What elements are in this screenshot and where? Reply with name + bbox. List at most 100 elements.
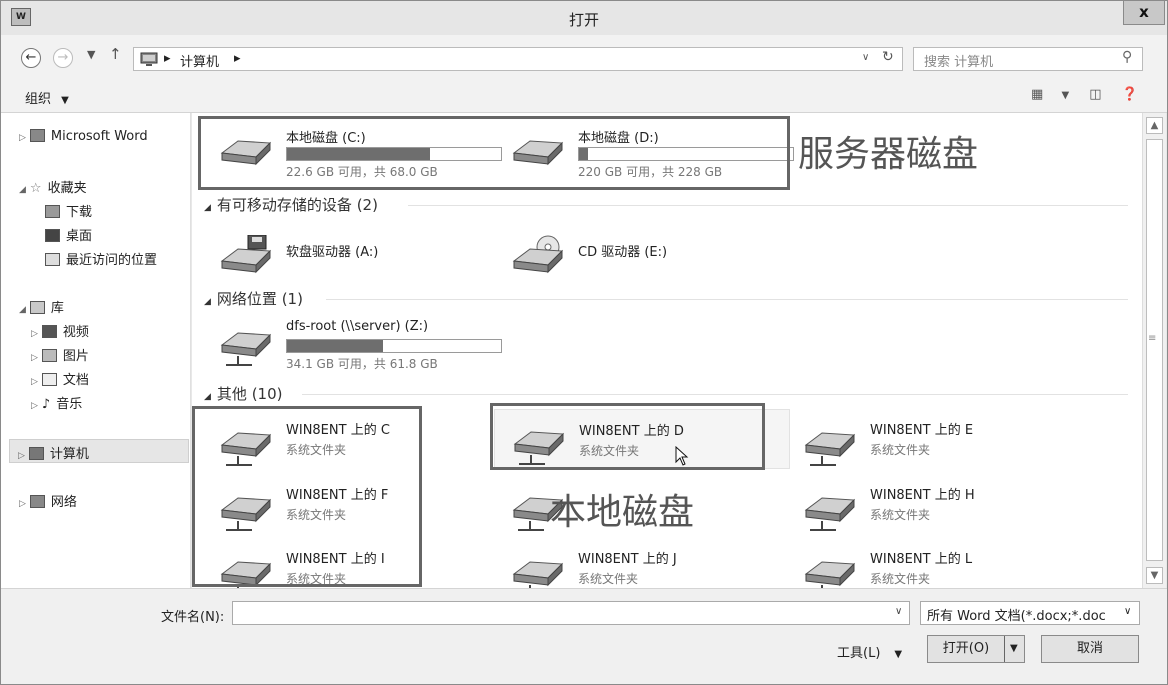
sidebar-item-music[interactable]: ▷ ♪ 音乐 [31,393,82,412]
breadcrumb-separator[interactable]: ▸ [234,51,241,66]
folder-type: 系统文件夹 [870,508,931,522]
network-folder-h[interactable]: WIN8ENT 上的 H 系统文件夹 [786,480,1066,536]
sidebar-item-recent-places[interactable]: 最近访问的位置 [45,249,157,268]
expand-arrow-icon[interactable]: ▷ [31,377,38,387]
expand-arrow-icon[interactable]: ▷ [18,451,25,461]
expand-arrow-icon[interactable]: ▷ [19,133,26,143]
group-header-other[interactable]: ◢ 其他 (10) [204,383,282,404]
network-drive-icon [804,497,856,531]
dialog-footer: 文件名(N): ∨ 所有 Word 文档(*.docx;*.doc ∨ 工具(L… [1,588,1167,684]
drive-name: dfs-root (\\server) (Z:) [286,319,429,334]
organize-label: 组织 [25,92,52,107]
left-column-highlight-box [192,406,422,587]
filename-label: 文件名(N): [161,610,225,625]
cancel-button[interactable]: 取消 [1041,635,1139,663]
network-drive-icon [220,332,272,366]
sidebar-item-microsoft-word[interactable]: ▷ Microsoft Word [19,129,148,144]
folder-name: WIN8ENT 上的 L [870,552,973,567]
chevron-down-icon: ▼ [61,95,69,106]
drive-tile-a[interactable]: 软盘驱动器 (A:) [202,221,482,277]
expand-arrow-icon[interactable]: ▷ [31,401,38,411]
sidebar-item-computer[interactable]: ▷ 计算机 [9,439,189,463]
group-divider [408,205,1128,206]
network-drive-icon [804,432,856,466]
library-icon [29,301,45,314]
group-divider [326,299,1128,300]
sidebar-item-pictures[interactable]: ▷ 图片 [31,345,89,364]
network-folder-j[interactable]: WIN8ENT 上的 J 系统文件夹 [494,544,774,588]
chevron-down-icon: ▼ [894,649,903,660]
drive-name: 软盘驱动器 (A:) [286,245,379,260]
collapse-arrow-icon: ◢ [204,203,211,213]
scroll-grip-icon: ≡ [1148,333,1157,344]
drive-name: CD 驱动器 (E:) [578,245,668,260]
address-dropdown-icon[interactable]: ∨ [862,52,869,63]
address-bar[interactable]: ▸ 计算机 ▸ ∨ ↻ [133,47,903,71]
sidebar-item-downloads[interactable]: 下载 [45,201,92,220]
sidebar-item-videos[interactable]: ▷ 视频 [31,321,89,340]
preview-pane-icon[interactable]: ◫ [1089,87,1101,102]
organize-button[interactable]: 组织 ▼ [25,88,69,107]
tools-button[interactable]: 工具(L) ▼ [837,642,902,661]
collapse-arrow-icon[interactable]: ◢ [19,185,26,195]
open-label: 打开(O) [942,641,990,656]
forward-button[interactable]: → [53,48,73,68]
up-arrow-icon[interactable]: ↑ [109,45,122,63]
group-header-removable[interactable]: ◢ 有可移动存储的设备 (2) [204,194,378,215]
drive-usage-bar [286,339,502,353]
network-folder-l[interactable]: WIN8ENT 上的 L 系统文件夹 [786,544,1066,588]
file-type-select[interactable]: 所有 Word 文档(*.docx;*.doc ∨ [920,601,1140,625]
title-bar: W 打开 x [1,1,1167,35]
breadcrumb-separator[interactable]: ▸ [164,51,171,66]
expand-arrow-icon[interactable]: ▷ [31,329,38,339]
search-icon[interactable]: ⚲ [1122,49,1132,65]
expand-arrow-icon[interactable]: ▷ [31,353,38,363]
close-button[interactable]: x [1123,1,1165,25]
sidebar-item-documents[interactable]: ▷ 文档 [31,369,89,388]
cd-drive-icon [512,235,564,274]
drive-tile-e[interactable]: CD 驱动器 (E:) [494,221,774,277]
collapse-arrow-icon: ◢ [204,297,211,307]
group-divider [302,394,1128,395]
folder-type: 系统文件夹 [578,572,639,586]
open-dropdown-icon[interactable]: ▼ [1010,636,1018,662]
folder-name: WIN8ENT 上的 H [870,488,975,503]
search-input[interactable]: 搜索 计算机 ⚲ [913,47,1143,71]
collapse-arrow-icon: ◢ [204,392,211,402]
back-button[interactable]: ← [21,48,41,68]
filename-input[interactable]: ∨ [232,601,910,625]
network-folder-e[interactable]: WIN8ENT 上的 E 系统文件夹 [786,415,1066,471]
view-dropdown-icon[interactable]: ▼ [1061,90,1069,101]
vertical-scrollbar[interactable]: ▲ ≡ ▼ [1142,113,1166,588]
expand-arrow-icon[interactable]: ▷ [19,499,26,509]
tools-label: 工具(L) [837,646,881,661]
sidebar-item-desktop[interactable]: 桌面 [45,225,92,244]
recent-icon [45,253,60,266]
network-drive-icon [512,561,564,588]
open-button[interactable]: 打开(O) ▼ [927,635,1025,663]
drive-tile-z[interactable]: dfs-root (\\server) (Z:) 34.1 GB 可用，共 61… [202,315,502,371]
scroll-thumb[interactable] [1146,139,1163,561]
breadcrumb-computer[interactable]: 计算机 [180,51,219,70]
recent-locations-dropdown-icon[interactable]: ▼ [87,48,95,61]
refresh-icon[interactable]: ↻ [882,49,894,65]
server-disk-highlight-box [198,116,790,190]
folder-name: WIN8ENT 上的 J [578,552,677,567]
view-options-icon[interactable]: ▦ [1031,87,1043,102]
sidebar-item-favorites[interactable]: ◢ ☆ 收藏夹 [19,177,87,196]
scroll-down-icon[interactable]: ▼ [1146,567,1163,584]
help-icon[interactable]: ❓ [1122,87,1138,102]
command-bar: 组织 ▼ ▦ ▼ ◫ ❓ [1,81,1167,113]
collapse-arrow-icon[interactable]: ◢ [19,305,26,315]
sidebar-item-libraries[interactable]: ◢ 库 [19,297,64,316]
computer-icon [140,52,158,66]
sidebar-item-network[interactable]: ▷ 网络 [19,491,77,510]
group-header-network[interactable]: ◢ 网络位置 (1) [204,288,303,309]
scroll-up-icon[interactable]: ▲ [1146,117,1163,134]
navigation-pane: ▷ Microsoft Word ◢ ☆ 收藏夹 下载 桌面 最近访问的位置 ◢ 库 ▷… [1,113,191,588]
floppy-drive-icon [220,235,272,274]
video-icon [41,325,57,338]
folder-type: 系统文件夹 [870,443,931,457]
computer-icon [28,447,44,460]
chevron-down-icon[interactable]: ∨ [895,606,902,617]
